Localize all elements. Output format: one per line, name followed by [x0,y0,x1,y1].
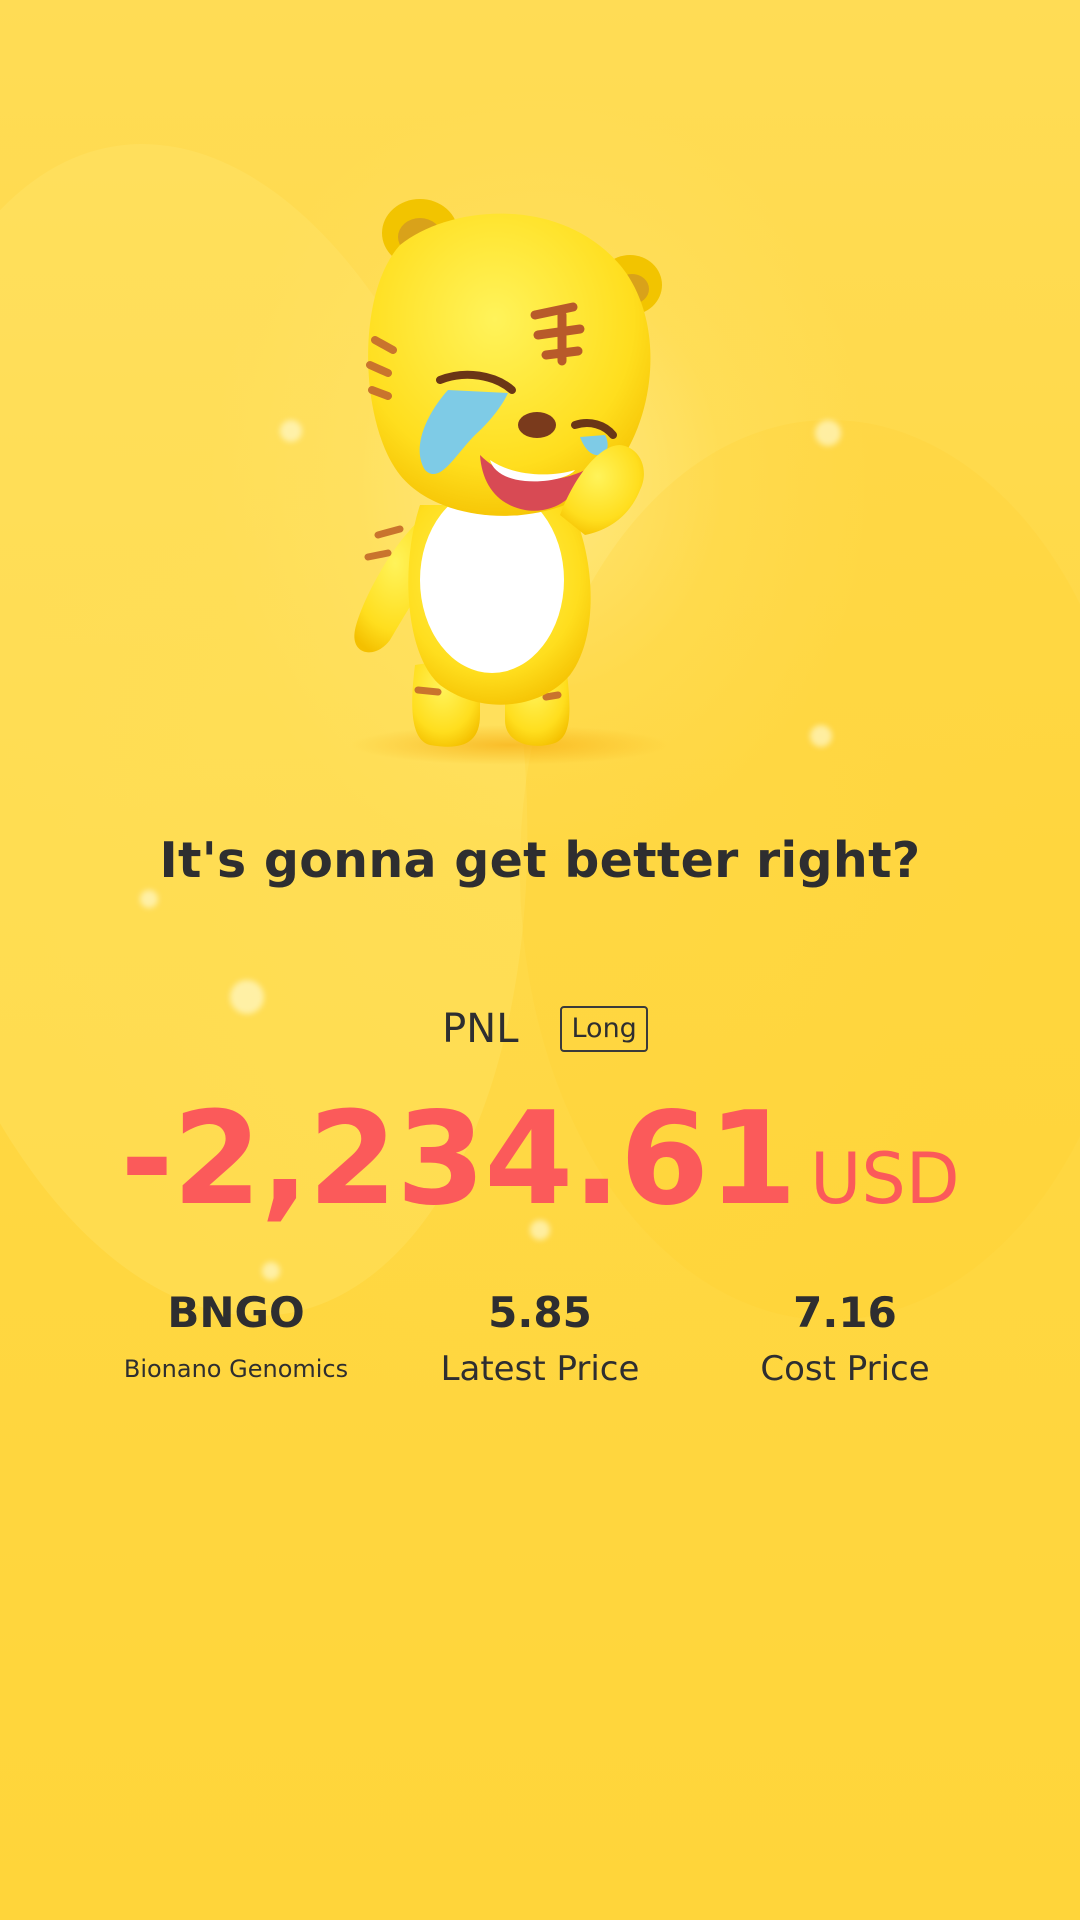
position-side-badge: Long [560,1006,648,1052]
position-stats: BNGO Bionano Genomics 5.85 Latest Price … [0,1285,1080,1415]
sparkle [262,1262,280,1280]
pnl-share-card: It's gonna get better right? PNL Long -2… [0,0,1080,1920]
pnl-label: PNL [442,1006,519,1052]
sparkle [140,890,158,908]
cost-price-value: 7.16 [793,1288,897,1337]
stock-symbol: BNGO [167,1288,305,1337]
cost-price-label: Cost Price [760,1349,930,1389]
latest-price-value: 5.85 [488,1288,592,1337]
latest-price-stat: 5.85 Latest Price [390,1285,690,1389]
pnl-header: PNL Long [0,1006,1080,1052]
sparkle [810,725,832,747]
crying-tiger-mascot [350,199,670,765]
sparkle [280,420,302,442]
latest-price-label: Latest Price [440,1349,640,1389]
pnl-currency: USD [810,1138,960,1220]
stock-info: BNGO Bionano Genomics [86,1285,386,1383]
stock-name: Bionano Genomics [123,1355,349,1383]
pnl-value: -2,234.61 [120,1085,797,1234]
sparkle [815,420,841,446]
cost-price-stat: 7.16 Cost Price [695,1285,995,1389]
headline: It's gonna get better right? [159,832,921,889]
pnl-amount: -2,234.61 USD [0,1085,1080,1234]
